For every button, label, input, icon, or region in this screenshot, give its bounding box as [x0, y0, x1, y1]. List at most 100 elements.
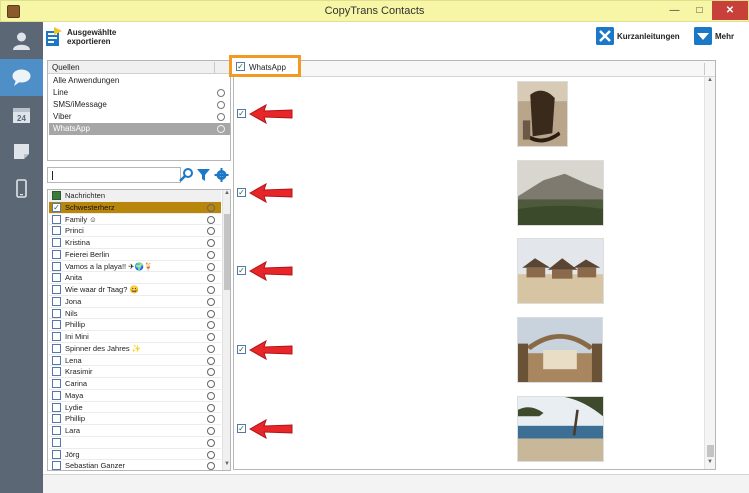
conversation-checkbox[interactable]	[52, 214, 61, 224]
more-button[interactable]: Mehr	[694, 27, 744, 47]
filter-icon[interactable]	[196, 167, 211, 183]
conversation-checkbox[interactable]	[52, 226, 61, 236]
conversation-name: Wie waar dr Taag? 😀	[65, 285, 139, 294]
conversation-checkbox[interactable]	[52, 367, 61, 377]
conversation-checkbox[interactable]	[52, 355, 61, 365]
conversation-row[interactable]: Vamos a la playa!! ✈🌍🍹	[49, 261, 221, 273]
conversation-checkbox[interactable]	[52, 249, 61, 259]
whatsapp-icon	[207, 309, 215, 318]
message-checkbox[interactable]: ✓	[237, 424, 246, 433]
conversation-row[interactable]: Lydie	[49, 402, 221, 414]
conversation-checkbox[interactable]	[52, 343, 61, 353]
scroll-down-arrow[interactable]: ▼	[705, 459, 715, 469]
nav-calendar-button[interactable]: 24	[0, 96, 43, 133]
conversation-checkbox[interactable]: ✓	[52, 202, 61, 212]
conversation-checkbox[interactable]	[52, 379, 61, 388]
whatsapp-header-highlight[interactable]: ✓ WhatsApp	[229, 55, 301, 77]
conversation-row[interactable]: Wie waar dr Taag? 😀	[49, 284, 221, 296]
photo-beach-huts[interactable]	[517, 238, 604, 304]
nav-contacts-button[interactable]	[0, 22, 43, 59]
gear-icon[interactable]	[214, 167, 229, 183]
whatsapp-icon	[207, 427, 215, 435]
nav-messages-button[interactable]	[0, 59, 43, 96]
scroll-up-arrow[interactable]: ▲	[705, 77, 715, 87]
photo-thatched-pavilion[interactable]	[517, 317, 603, 383]
quick-guides-button[interactable]: Kurzanleitungen	[596, 27, 684, 47]
source-item-all[interactable]: Alle Anwendungen	[49, 75, 230, 87]
conversation-row[interactable]: Phillip	[49, 319, 221, 331]
message-checkbox[interactable]: ✓	[237, 109, 246, 118]
search-input[interactable]	[47, 167, 181, 183]
conversation-row[interactable]	[49, 437, 221, 449]
source-item-line[interactable]: Line	[49, 87, 230, 99]
scroll-up-arrow[interactable]: ▲	[223, 190, 230, 199]
photo-beach-sea[interactable]	[517, 396, 604, 462]
conversation-row[interactable]: Maya	[49, 390, 221, 402]
conversation-checkbox[interactable]	[52, 449, 61, 459]
whatsapp-header-checkbox[interactable]: ✓	[236, 62, 245, 71]
photo-rocking-chair[interactable]	[517, 81, 568, 147]
conversation-row[interactable]: Spinner des Jahres ✨	[49, 343, 221, 355]
conversation-checkbox[interactable]	[52, 261, 61, 271]
conversation-row[interactable]: Krasimir	[49, 366, 221, 378]
nav-device-button[interactable]	[0, 170, 43, 207]
conversation-row[interactable]: Lena	[49, 355, 221, 367]
search-icon[interactable]	[179, 167, 194, 183]
scroll-down-arrow[interactable]: ▼	[223, 461, 230, 470]
calendar-icon: 24	[13, 108, 30, 123]
messages-scrollbar[interactable]: ▲ ▼	[704, 77, 715, 469]
conversation-row[interactable]: Anita	[49, 272, 221, 284]
conversation-row[interactable]: Family ☺	[49, 214, 221, 226]
conversation-checkbox[interactable]	[52, 296, 61, 306]
whatsapp-icon	[207, 438, 215, 447]
conversation-checkbox[interactable]	[52, 414, 61, 424]
message-checkbox[interactable]: ✓	[237, 188, 246, 197]
message-checkbox[interactable]: ✓	[237, 345, 246, 354]
conversation-row[interactable]: Princi	[49, 225, 221, 237]
conversation-checkbox[interactable]	[52, 461, 61, 470]
conversation-checkbox[interactable]	[52, 402, 61, 412]
conversation-row[interactable]: Carina	[49, 378, 221, 390]
source-item-sms[interactable]: SMS/iMessage	[49, 99, 230, 111]
list-header-row[interactable]: Nachrichten	[49, 190, 221, 202]
scroll-thumb[interactable]	[224, 214, 230, 290]
conversation-checkbox[interactable]	[52, 308, 61, 318]
whatsapp-icon	[207, 380, 215, 388]
conversation-row[interactable]: Kristina	[49, 237, 221, 249]
source-item-viber[interactable]: Viber	[49, 111, 230, 123]
conversation-checkbox[interactable]	[52, 426, 61, 435]
list-scrollbar[interactable]: ▲ ▼	[222, 190, 230, 470]
nav-notes-button[interactable]	[0, 133, 43, 170]
conversation-checkbox[interactable]	[52, 437, 61, 447]
conversation-checkbox[interactable]	[52, 238, 61, 247]
conversation-row[interactable]: Jona	[49, 296, 221, 308]
conversation-row[interactable]: Jörg	[49, 449, 221, 461]
text-caret	[52, 171, 53, 180]
conversation-checkbox[interactable]	[52, 332, 61, 341]
conversation-row[interactable]: Lara	[49, 425, 221, 437]
red-arrow-icon	[248, 261, 293, 281]
source-item-label: Viber	[53, 112, 72, 121]
close-button[interactable]: ✕	[712, 1, 748, 20]
conversation-row[interactable]: Nils	[49, 308, 221, 320]
conversation-checkbox[interactable]	[52, 285, 61, 294]
phone-icon	[16, 179, 27, 198]
minimize-button[interactable]: —	[662, 1, 687, 20]
message-checkbox[interactable]: ✓	[237, 266, 246, 275]
conversation-row[interactable]: Phillip	[49, 413, 221, 425]
conversation-name: Carina	[65, 379, 88, 388]
conversation-row[interactable]: Ini Mini	[49, 331, 221, 343]
select-all-checkbox[interactable]	[52, 191, 61, 200]
conversation-row[interactable]: Feierei Berlin	[49, 249, 221, 261]
scroll-thumb[interactable]	[707, 445, 714, 457]
photo-mountain-landscape[interactable]	[517, 160, 604, 226]
source-item-label: Alle Anwendungen	[53, 76, 120, 85]
conversation-row[interactable]: Sebastian Ganzer	[49, 460, 221, 470]
conversation-checkbox[interactable]	[52, 273, 61, 283]
conversation-row[interactable]: ✓ Schwesterherz	[49, 201, 221, 214]
source-item-whatsapp[interactable]: WhatsApp	[49, 123, 230, 135]
maximize-button[interactable]: □	[687, 1, 712, 20]
export-selected-button[interactable]: Ausgewählte exportieren	[45, 26, 135, 50]
conversation-checkbox[interactable]	[52, 390, 61, 400]
conversation-checkbox[interactable]	[52, 320, 61, 330]
